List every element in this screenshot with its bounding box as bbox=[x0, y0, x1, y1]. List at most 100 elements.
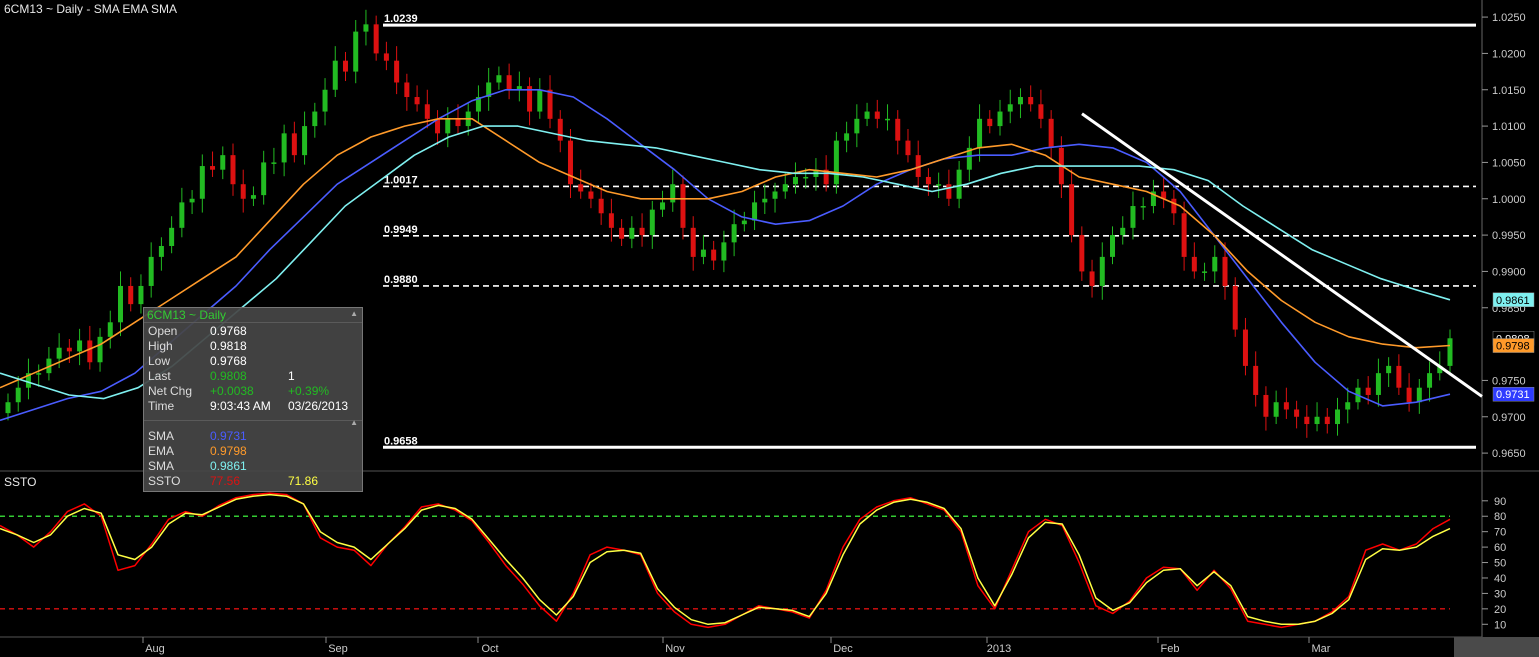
info-divider bbox=[144, 420, 362, 421]
time-tick-label: Dec bbox=[833, 643, 853, 655]
candle-down bbox=[1396, 365, 1402, 388]
candle-up bbox=[772, 191, 778, 199]
study-value: 0.9861 bbox=[210, 459, 247, 473]
info-value: +0.0038 bbox=[210, 384, 254, 398]
candle-down bbox=[711, 249, 717, 261]
candle-down bbox=[987, 118, 993, 127]
candle-up bbox=[312, 111, 318, 127]
ssto-tick-label: 30 bbox=[1494, 588, 1506, 600]
candle-up bbox=[1140, 206, 1146, 208]
candle-up bbox=[1447, 338, 1453, 366]
study-label: SSTO bbox=[148, 474, 181, 488]
info-label: Net Chg bbox=[148, 384, 193, 398]
candle-up bbox=[1386, 365, 1392, 374]
candle-down bbox=[1222, 256, 1228, 286]
candle-up bbox=[844, 133, 850, 141]
candle-down bbox=[1294, 409, 1300, 417]
candle-down bbox=[1253, 365, 1259, 395]
candle-up bbox=[261, 162, 267, 196]
horizontal-scrollbar[interactable] bbox=[1454, 637, 1539, 657]
candle-up bbox=[1427, 373, 1433, 388]
chart-title: 6CM13 ~ Daily - SMA EMA SMA bbox=[4, 2, 178, 16]
candle-up bbox=[322, 89, 328, 112]
candle-up bbox=[250, 195, 256, 199]
candle-down bbox=[66, 347, 72, 352]
study-label: SMA bbox=[148, 429, 175, 443]
price-tick-label: 0.9900 bbox=[1492, 266, 1526, 278]
candle-up bbox=[741, 220, 747, 225]
candle-up bbox=[199, 166, 205, 199]
candle-up bbox=[956, 169, 962, 199]
candle-down bbox=[608, 213, 614, 228]
ssto-tick-label: 40 bbox=[1494, 573, 1506, 585]
candle-up bbox=[997, 111, 1003, 127]
candle-down bbox=[1069, 184, 1075, 236]
info-label: Last bbox=[148, 369, 171, 383]
candle-up bbox=[158, 245, 164, 257]
candle-up bbox=[5, 402, 11, 414]
price-tick-label: 1.0200 bbox=[1492, 48, 1526, 60]
candle-down bbox=[506, 75, 512, 90]
price-tick-label: 1.0150 bbox=[1492, 85, 1526, 97]
candle-down bbox=[1304, 416, 1310, 425]
candle-up bbox=[762, 198, 768, 203]
candle-up bbox=[353, 31, 359, 72]
price-tick-label: 1.0250 bbox=[1492, 12, 1526, 24]
candle-up bbox=[721, 242, 727, 261]
candle-down bbox=[639, 227, 645, 236]
info-label: High bbox=[148, 339, 173, 353]
candle-up bbox=[649, 209, 655, 236]
data-window[interactable]: 6CM13 ~ Daily ▲ Open 0.9768 High 0.9818 … bbox=[143, 307, 363, 492]
candle-down bbox=[1242, 329, 1248, 366]
chevron-up-icon[interactable]: ▲ bbox=[350, 418, 358, 427]
candle-up bbox=[660, 202, 666, 210]
candle-up bbox=[332, 60, 338, 90]
candle-up bbox=[56, 347, 62, 359]
candle-up bbox=[1120, 227, 1126, 236]
ssto-tick-label: 90 bbox=[1494, 496, 1506, 508]
candle-up bbox=[15, 387, 21, 403]
candle-up bbox=[169, 227, 175, 246]
candle-down bbox=[578, 184, 584, 192]
candle-up bbox=[77, 340, 83, 352]
ssto-tick-label: 10 bbox=[1494, 619, 1506, 631]
candle-down bbox=[424, 104, 430, 119]
candle-up bbox=[97, 336, 103, 363]
info-label: Open bbox=[148, 324, 178, 338]
candle-down bbox=[128, 285, 134, 305]
price-tick-label: 0.9700 bbox=[1492, 412, 1526, 424]
time-tick-label: 2013 bbox=[987, 643, 1011, 655]
candle-down bbox=[1171, 198, 1177, 214]
candle-up bbox=[854, 118, 860, 134]
candle-down bbox=[680, 184, 686, 228]
candle-up bbox=[803, 176, 809, 179]
candle-down bbox=[342, 60, 348, 72]
candle-up bbox=[1110, 235, 1116, 257]
price-tick-label: 0.9950 bbox=[1492, 230, 1526, 242]
candle-down bbox=[1048, 118, 1054, 148]
candle-down bbox=[588, 191, 594, 199]
candle-down bbox=[383, 53, 389, 61]
candle-down bbox=[1028, 97, 1034, 105]
candle-up bbox=[752, 202, 758, 221]
candle-up bbox=[1202, 271, 1208, 273]
candle-up bbox=[138, 285, 144, 305]
ssto-tick-label: 60 bbox=[1494, 542, 1506, 554]
candle-up bbox=[117, 285, 123, 323]
candle-down bbox=[1324, 416, 1330, 425]
candle-down bbox=[874, 111, 880, 119]
study-label: SMA bbox=[148, 459, 175, 473]
candle-up bbox=[833, 140, 839, 185]
candle-up bbox=[936, 184, 942, 186]
candle-up bbox=[363, 24, 369, 32]
candle-up bbox=[700, 249, 706, 257]
info-label: Time bbox=[148, 399, 175, 413]
candle-down bbox=[1181, 213, 1187, 257]
time-tick-label: Oct bbox=[481, 643, 498, 655]
candle-down bbox=[925, 176, 931, 185]
candle-down bbox=[1232, 285, 1238, 330]
chevron-up-icon[interactable]: ▲ bbox=[350, 309, 358, 318]
price-tick-label: 0.9750 bbox=[1492, 375, 1526, 387]
candle-down bbox=[87, 340, 93, 363]
candle-up bbox=[302, 126, 308, 156]
